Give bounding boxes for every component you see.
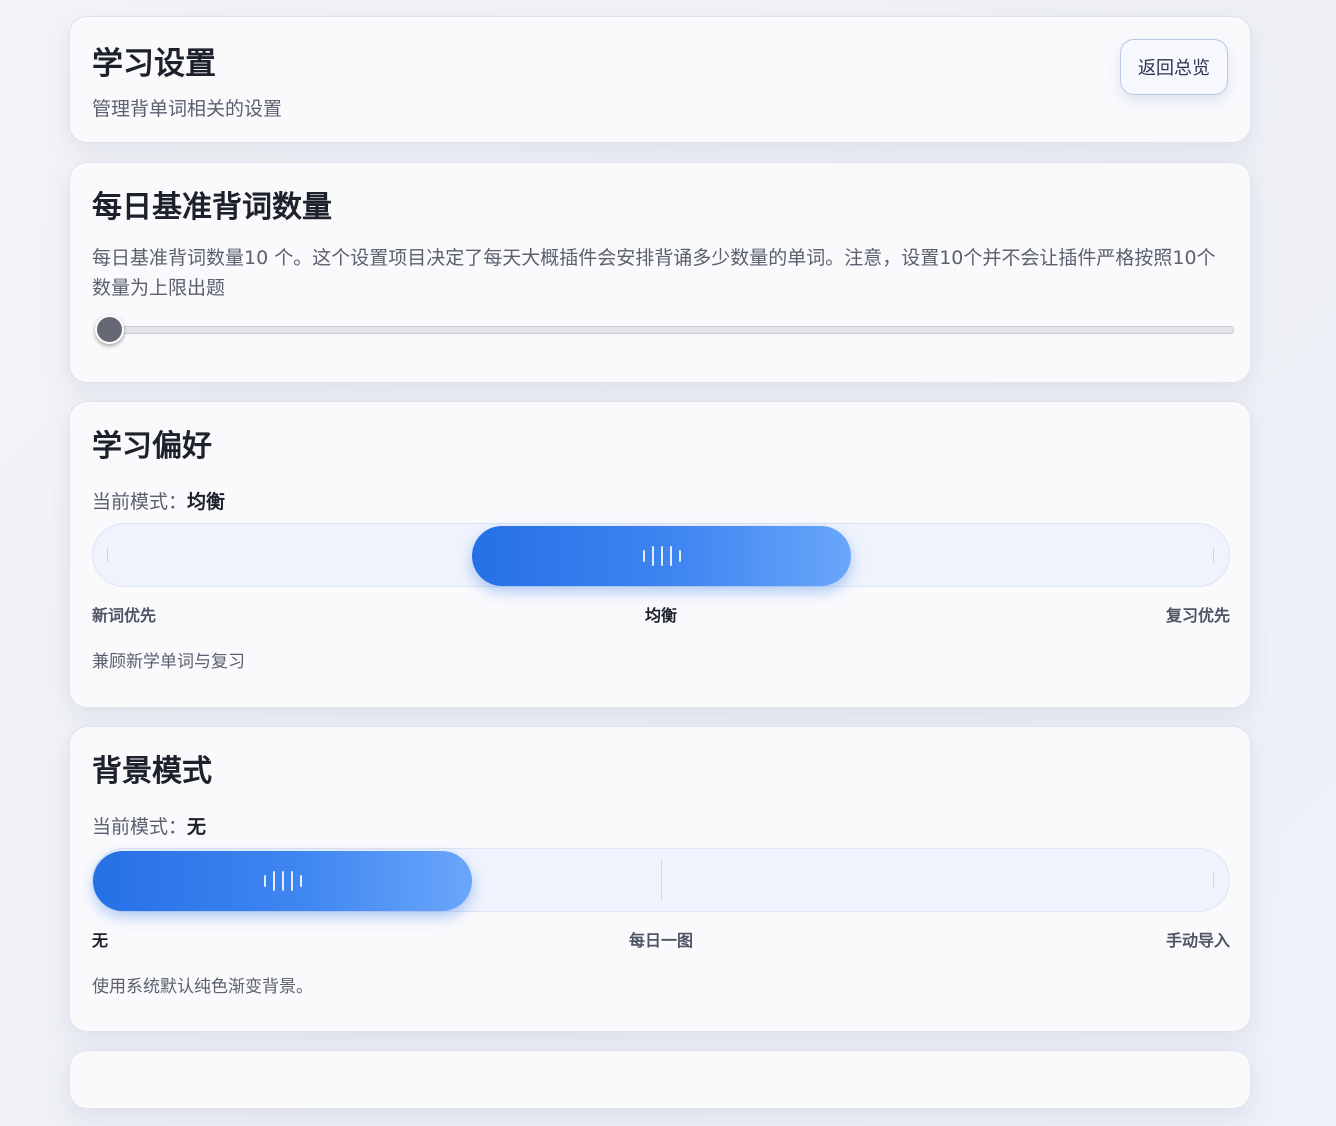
page-subtitle: 管理背单词相关的设置	[92, 98, 283, 120]
background-description: 使用系统默认纯色渐变背景。	[92, 977, 313, 997]
preference-mode-value: 均衡	[187, 491, 226, 513]
header-card: 学习设置 管理背单词相关的设置 返回总览	[69, 16, 1251, 143]
daily-goal-card: 每日基准背词数量 每日基准背词数量10 个。这个设置项目决定了每天大概插件会安排…	[69, 162, 1251, 383]
preference-tick-right	[1213, 548, 1214, 562]
daily-goal-slider-thumb[interactable]	[95, 315, 124, 344]
background-segmented-slider[interactable]	[92, 848, 1230, 912]
daily-goal-description: 每日基准背词数量10 个。这个设置项目决定了每天大概插件会安排背诵多少数量的单词…	[92, 247, 1216, 299]
background-mode-value: 无	[187, 816, 207, 838]
preference-description: 兼顾新学单词与复习	[92, 652, 245, 672]
preference-card: 学习偏好 当前模式：均衡 新词优先 均衡 复习优先 兼顾新学单词与复习	[69, 401, 1251, 708]
preference-slider-knob[interactable]	[472, 526, 851, 586]
grip-icon	[263, 871, 302, 891]
preference-option-labels: 新词优先 均衡 复习优先	[92, 602, 1230, 626]
next-settings-card	[69, 1050, 1251, 1109]
preference-segmented-slider[interactable]	[92, 523, 1230, 587]
background-divider	[661, 859, 662, 901]
preference-mode-prefix: 当前模式：	[92, 491, 188, 513]
preference-title: 学习偏好	[92, 429, 212, 464]
preference-option-new-first[interactable]: 新词优先	[92, 602, 156, 626]
background-mode-prefix: 当前模式：	[92, 816, 188, 838]
background-option-daily-image[interactable]: 每日一图	[629, 927, 693, 951]
background-option-manual-import[interactable]: 手动导入	[1166, 927, 1230, 951]
daily-goal-title: 每日基准背词数量	[92, 190, 332, 225]
grip-icon	[642, 546, 681, 566]
preference-option-balanced[interactable]: 均衡	[645, 602, 677, 626]
preference-tick-left	[107, 548, 108, 562]
daily-goal-slider-track[interactable]	[108, 326, 1234, 334]
background-card: 背景模式 当前模式：无 无 每日一图 手动导入 使用系统默认纯色渐变背景。	[69, 726, 1251, 1032]
preference-mode-line: 当前模式：均衡	[92, 487, 225, 514]
background-option-labels: 无 每日一图 手动导入	[92, 927, 1230, 951]
preference-option-review-first[interactable]: 复习优先	[1166, 602, 1230, 626]
background-tick-right	[1213, 873, 1214, 887]
background-mode-line: 当前模式：无	[92, 812, 206, 839]
background-option-none[interactable]: 无	[92, 927, 108, 951]
page-title: 学习设置	[92, 46, 216, 82]
background-slider-knob[interactable]	[93, 851, 472, 911]
background-title: 背景模式	[92, 754, 212, 789]
back-to-overview-button[interactable]: 返回总览	[1120, 39, 1228, 95]
